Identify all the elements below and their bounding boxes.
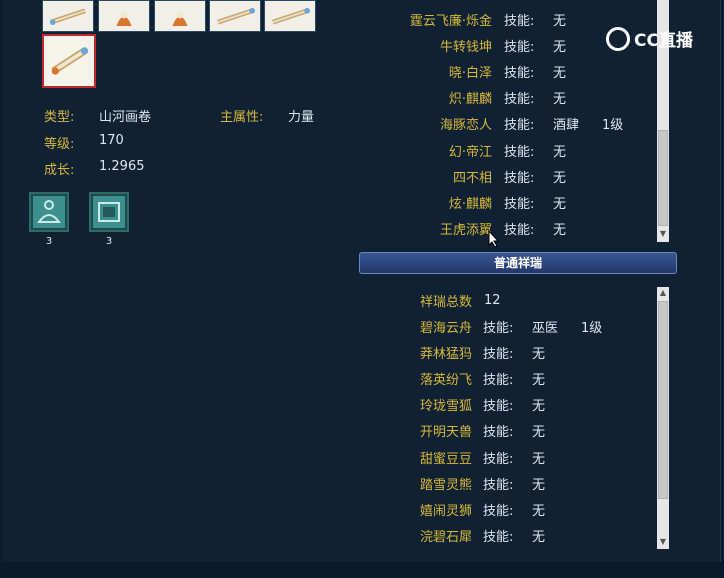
list-item[interactable]: 晓·白泽 技能: 无 bbox=[2, 61, 652, 81]
skill-value: 无 bbox=[532, 477, 546, 493]
mount-name: 海豚恋人 bbox=[439, 118, 492, 134]
list-item[interactable]: 浣碧石犀 技能: 无 bbox=[2, 526, 652, 546]
skill-level: 1级 bbox=[581, 320, 603, 336]
mount-name: 落英纷飞 bbox=[419, 372, 472, 388]
skill-value: 无 bbox=[532, 503, 546, 519]
list-item[interactable]: 炫·麒麟 技能: 无 bbox=[2, 192, 652, 212]
scroll-down-icon[interactable]: ▼ bbox=[657, 536, 669, 548]
skill-label: 技能: bbox=[483, 503, 514, 519]
list-item[interactable]: 王虎添翼 技能: 无 bbox=[2, 219, 652, 239]
skill-label: 技能: bbox=[483, 477, 514, 493]
mount-name: 霆云飞廉·烁金 bbox=[409, 13, 492, 29]
list-item[interactable]: 牛转钱坤 技能: 无 bbox=[2, 35, 652, 55]
skill-value: 无 bbox=[553, 65, 567, 81]
mount-name: 幻·帝江 bbox=[448, 144, 492, 160]
skill-value: 无 bbox=[532, 399, 546, 415]
skill-label: 技能: bbox=[504, 144, 535, 160]
scroll-down-icon[interactable]: ▼ bbox=[657, 228, 669, 240]
list-item[interactable]: 甜蜜豆豆 技能: 无 bbox=[2, 447, 652, 467]
mount-name: 踏雪灵熊 bbox=[419, 477, 472, 493]
mount-name: 甜蜜豆豆 bbox=[419, 451, 472, 467]
skill-value: 无 bbox=[553, 170, 567, 186]
mount-name: 王虎添翼 bbox=[439, 223, 492, 239]
mount-name: 四不相 bbox=[452, 170, 492, 186]
mount-name: 炫·麒麟 bbox=[448, 196, 492, 212]
mount-name: 嬉闹灵狮 bbox=[419, 503, 472, 519]
skill-label: 技能: bbox=[504, 39, 535, 55]
mount-name: 牛转钱坤 bbox=[439, 39, 492, 55]
section-title-bar[interactable]: 普通祥瑞 bbox=[359, 252, 677, 274]
skill-label: 技能: bbox=[483, 530, 514, 546]
skill-label: 技能: bbox=[504, 118, 535, 134]
skill-value: 巫医 bbox=[532, 320, 559, 336]
list-item[interactable]: 踏雪灵熊 技能: 无 bbox=[2, 473, 652, 493]
skill-value: 无 bbox=[553, 39, 567, 55]
list-item[interactable]: 开明天兽 技能: 无 bbox=[2, 421, 652, 441]
skill-label: 技能: bbox=[504, 13, 535, 29]
skill-value: 无 bbox=[553, 92, 567, 108]
mount-name: 碧海云舟 bbox=[419, 320, 472, 336]
scroll-thumb[interactable] bbox=[658, 301, 668, 499]
skill-value: 无 bbox=[553, 196, 567, 212]
skill-label: 技能: bbox=[483, 399, 514, 415]
skill-label: 技能: bbox=[483, 320, 514, 336]
skill-label: 技能: bbox=[504, 65, 535, 81]
list-item[interactable]: 玲珑雪狐 技能: 无 bbox=[2, 395, 652, 415]
skill-value: 无 bbox=[553, 144, 567, 160]
skill-level: 1级 bbox=[602, 118, 624, 134]
mount-name: 浣碧石犀 bbox=[419, 530, 472, 546]
cc-logo-icon bbox=[606, 26, 630, 51]
list-item[interactable]: 幻·帝江 技能: 无 bbox=[2, 140, 652, 160]
list-item[interactable]: 落英纷飞 技能: 无 bbox=[2, 368, 652, 388]
total-count-row: 祥瑞总数 12 bbox=[392, 290, 501, 310]
skill-value: 无 bbox=[532, 530, 546, 546]
item-detail-panel: 类型: 山河画卷 主属性: 力量 等级: 170 成长: 1.2965 3 3 … bbox=[2, 0, 721, 562]
list-item[interactable]: 四不相 技能: 无 bbox=[2, 166, 652, 186]
mount-name: 玲珑雪狐 bbox=[419, 399, 472, 415]
skill-label: 技能: bbox=[483, 451, 514, 467]
list-item[interactable]: 炽·麒麟 技能: 无 bbox=[2, 88, 652, 108]
bottom-list-scrollbar[interactable]: ▲ ▼ bbox=[657, 287, 669, 549]
skill-label: 技能: bbox=[504, 92, 535, 108]
total-label: 祥瑞总数 bbox=[419, 294, 472, 310]
mount-name: 晓·白泽 bbox=[448, 65, 492, 81]
skill-label: 技能: bbox=[483, 372, 514, 388]
mount-name: 炽·麒麟 bbox=[448, 92, 492, 108]
skill-value: 无 bbox=[532, 346, 546, 362]
skill-value: 酒肆 bbox=[553, 118, 580, 134]
skill-label: 技能: bbox=[504, 170, 535, 186]
mouse-cursor-icon bbox=[488, 230, 500, 248]
skill-value: 无 bbox=[553, 13, 567, 29]
skill-value: 无 bbox=[532, 425, 546, 441]
watermark-text: CC直播 bbox=[634, 31, 693, 51]
list-item[interactable]: 碧海云舟 技能: 巫医 1级 bbox=[2, 316, 652, 336]
scroll-thumb[interactable] bbox=[658, 130, 668, 226]
list-item[interactable]: 海豚恋人 技能: 酒肆 1级 bbox=[2, 114, 652, 134]
list-item[interactable]: 嬉闹灵狮 技能: 无 bbox=[2, 499, 652, 519]
list-item[interactable]: 莽林猛犸 技能: 无 bbox=[2, 342, 652, 362]
watermark-logo: CC直播 bbox=[606, 26, 693, 51]
list-item[interactable]: 霆云飞廉·烁金 技能: 无 bbox=[2, 9, 652, 29]
mount-name: 开明天兽 bbox=[419, 425, 472, 441]
skill-label: 技能: bbox=[504, 223, 535, 239]
total-value: 12 bbox=[484, 292, 501, 308]
mount-name: 莽林猛犸 bbox=[419, 346, 472, 362]
skill-label: 技能: bbox=[504, 196, 535, 212]
skill-value: 无 bbox=[532, 451, 546, 467]
skill-label: 技能: bbox=[483, 346, 514, 362]
skill-value: 无 bbox=[532, 372, 546, 388]
skill-value: 无 bbox=[553, 223, 567, 239]
skill-label: 技能: bbox=[483, 425, 514, 441]
scroll-up-icon[interactable]: ▲ bbox=[657, 287, 669, 299]
